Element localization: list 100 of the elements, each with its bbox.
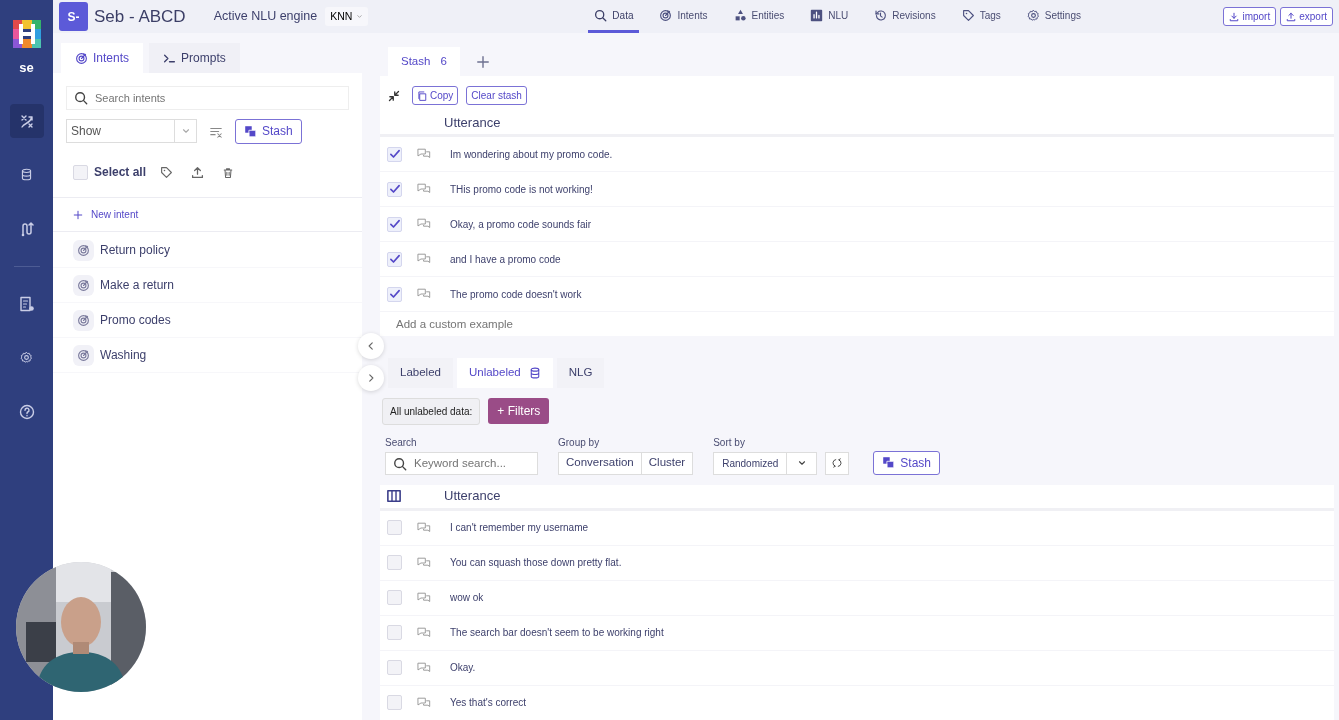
nav-tab[interactable]: Data <box>588 0 640 33</box>
help-icon <box>18 403 35 420</box>
stash-button[interactable]: Stash <box>235 118 302 144</box>
filter-label: All unlabeled data: <box>382 397 481 425</box>
stash-button[interactable]: Stash <box>873 450 941 475</box>
intent-item[interactable]: Return policy <box>53 233 362 268</box>
utterance-text: I can't remember my username <box>450 521 589 535</box>
target-icon <box>75 51 88 65</box>
check-icon <box>388 148 401 161</box>
checkbox[interactable] <box>387 695 402 710</box>
checkbox[interactable] <box>387 181 402 197</box>
check-icon <box>388 253 401 266</box>
copy-icon <box>417 90 427 101</box>
chat-icon <box>416 520 432 535</box>
plus-icon <box>475 54 490 69</box>
settings-icon <box>20 351 33 364</box>
search-field[interactable]: Search intents <box>66 86 349 110</box>
checkbox[interactable] <box>387 520 402 535</box>
view-tab[interactable]: Unlabeled <box>456 358 553 388</box>
bar-chart-icon <box>810 8 824 22</box>
group-by-label: Group by <box>558 435 601 450</box>
checkbox[interactable] <box>387 146 402 162</box>
collapse-button[interactable] <box>388 89 400 102</box>
nav-tab[interactable]: Settings <box>1020 0 1087 33</box>
columns-icon <box>386 489 402 503</box>
utterance-text: THis promo code is not working! <box>450 182 593 197</box>
database-icon <box>528 366 541 379</box>
target-icon <box>77 348 90 362</box>
panel-tab[interactable]: Intents <box>61 43 144 73</box>
checkbox[interactable] <box>387 286 402 302</box>
view-tab[interactable]: NLG <box>556 358 605 388</box>
utterance-text: Okay, a promo code sounds fair <box>450 217 591 232</box>
stash-tab[interactable]: Stash 6 <box>388 47 460 77</box>
show-select[interactable]: Show <box>66 119 197 143</box>
sort-select[interactable]: Randomized <box>713 451 818 475</box>
search-icon <box>393 456 407 471</box>
checkbox[interactable] <box>387 251 402 267</box>
tag-icon <box>160 166 174 180</box>
chevron-down-icon <box>796 458 807 468</box>
utterance-text: Yes that's correct <box>450 696 527 710</box>
intent-item[interactable]: Washing <box>53 338 362 373</box>
search-icon <box>74 91 88 105</box>
checkbox[interactable] <box>73 164 88 180</box>
logo-icon <box>12 20 41 48</box>
tag-icon <box>961 8 975 22</box>
refresh-icon <box>832 456 843 470</box>
chevron-right-icon <box>366 373 376 383</box>
upload-icon <box>1286 11 1297 22</box>
columns-button[interactable] <box>386 489 402 503</box>
column-header: Utterance <box>380 111 1334 138</box>
report-icon <box>18 295 35 312</box>
intent-item[interactable]: Promo codes <box>53 303 362 338</box>
chevron-down-icon <box>180 126 191 136</box>
copy-button[interactable]: Copy <box>412 86 459 106</box>
intent-item[interactable]: Make a return <box>53 268 362 303</box>
view-tab[interactable]: Labeled <box>388 358 453 388</box>
nav-tab[interactable]: Entities <box>727 0 791 33</box>
checkbox[interactable] <box>387 590 402 605</box>
engine-dropdown[interactable]: KNN <box>325 6 369 27</box>
select-all-label: Select all <box>94 164 147 181</box>
check-icon <box>388 218 401 231</box>
nav-tab[interactable]: Tags <box>955 0 1007 33</box>
trash-icon <box>222 166 235 179</box>
new-intent-button[interactable]: New intent <box>53 198 362 231</box>
utterance-text: You can squash those down pretty flat. <box>450 556 622 570</box>
custom-example-field[interactable]: Add a custom example <box>394 314 1334 334</box>
search-icon <box>594 8 608 22</box>
utterance-text: wow ok <box>450 591 484 605</box>
checkbox[interactable] <box>387 216 402 232</box>
utterance-text: and I have a promo code <box>450 252 561 267</box>
utterance-text: Okay. <box>450 661 476 675</box>
panel-tab[interactable]: Prompts <box>149 43 240 73</box>
chat-icon <box>416 625 432 640</box>
export-button[interactable]: export <box>1280 7 1333 26</box>
chat-icon <box>416 695 432 710</box>
filters-button[interactable]: + Filters <box>488 398 550 424</box>
chat-icon <box>416 660 432 675</box>
checkbox[interactable] <box>387 555 402 570</box>
clear-stash-button[interactable]: Clear stash <box>466 86 527 106</box>
checkbox[interactable] <box>387 625 402 640</box>
search-field[interactable]: Keyword search... <box>385 451 538 475</box>
history-icon <box>874 8 888 22</box>
utterance-text: Im wondering about my promo code. <box>450 147 613 162</box>
nav-tab[interactable]: NLU <box>804 0 855 33</box>
download-icon <box>1229 11 1240 22</box>
project-badge: S- <box>59 2 88 31</box>
upload-icon <box>191 166 205 180</box>
add-tab-button[interactable] <box>475 54 490 69</box>
sidebar-button[interactable] <box>9 103 44 138</box>
nav-tab[interactable]: Intents <box>653 0 714 33</box>
nav-tab[interactable]: Revisions <box>868 0 942 33</box>
refresh-button[interactable] <box>825 451 850 475</box>
chat-icon <box>416 590 432 605</box>
chat-icon <box>416 555 432 570</box>
check-icon <box>388 288 401 301</box>
check-icon <box>388 183 401 196</box>
import-button[interactable]: import <box>1223 7 1277 26</box>
target-icon <box>659 8 673 22</box>
checkbox[interactable] <box>387 660 402 675</box>
database-icon <box>20 168 33 181</box>
